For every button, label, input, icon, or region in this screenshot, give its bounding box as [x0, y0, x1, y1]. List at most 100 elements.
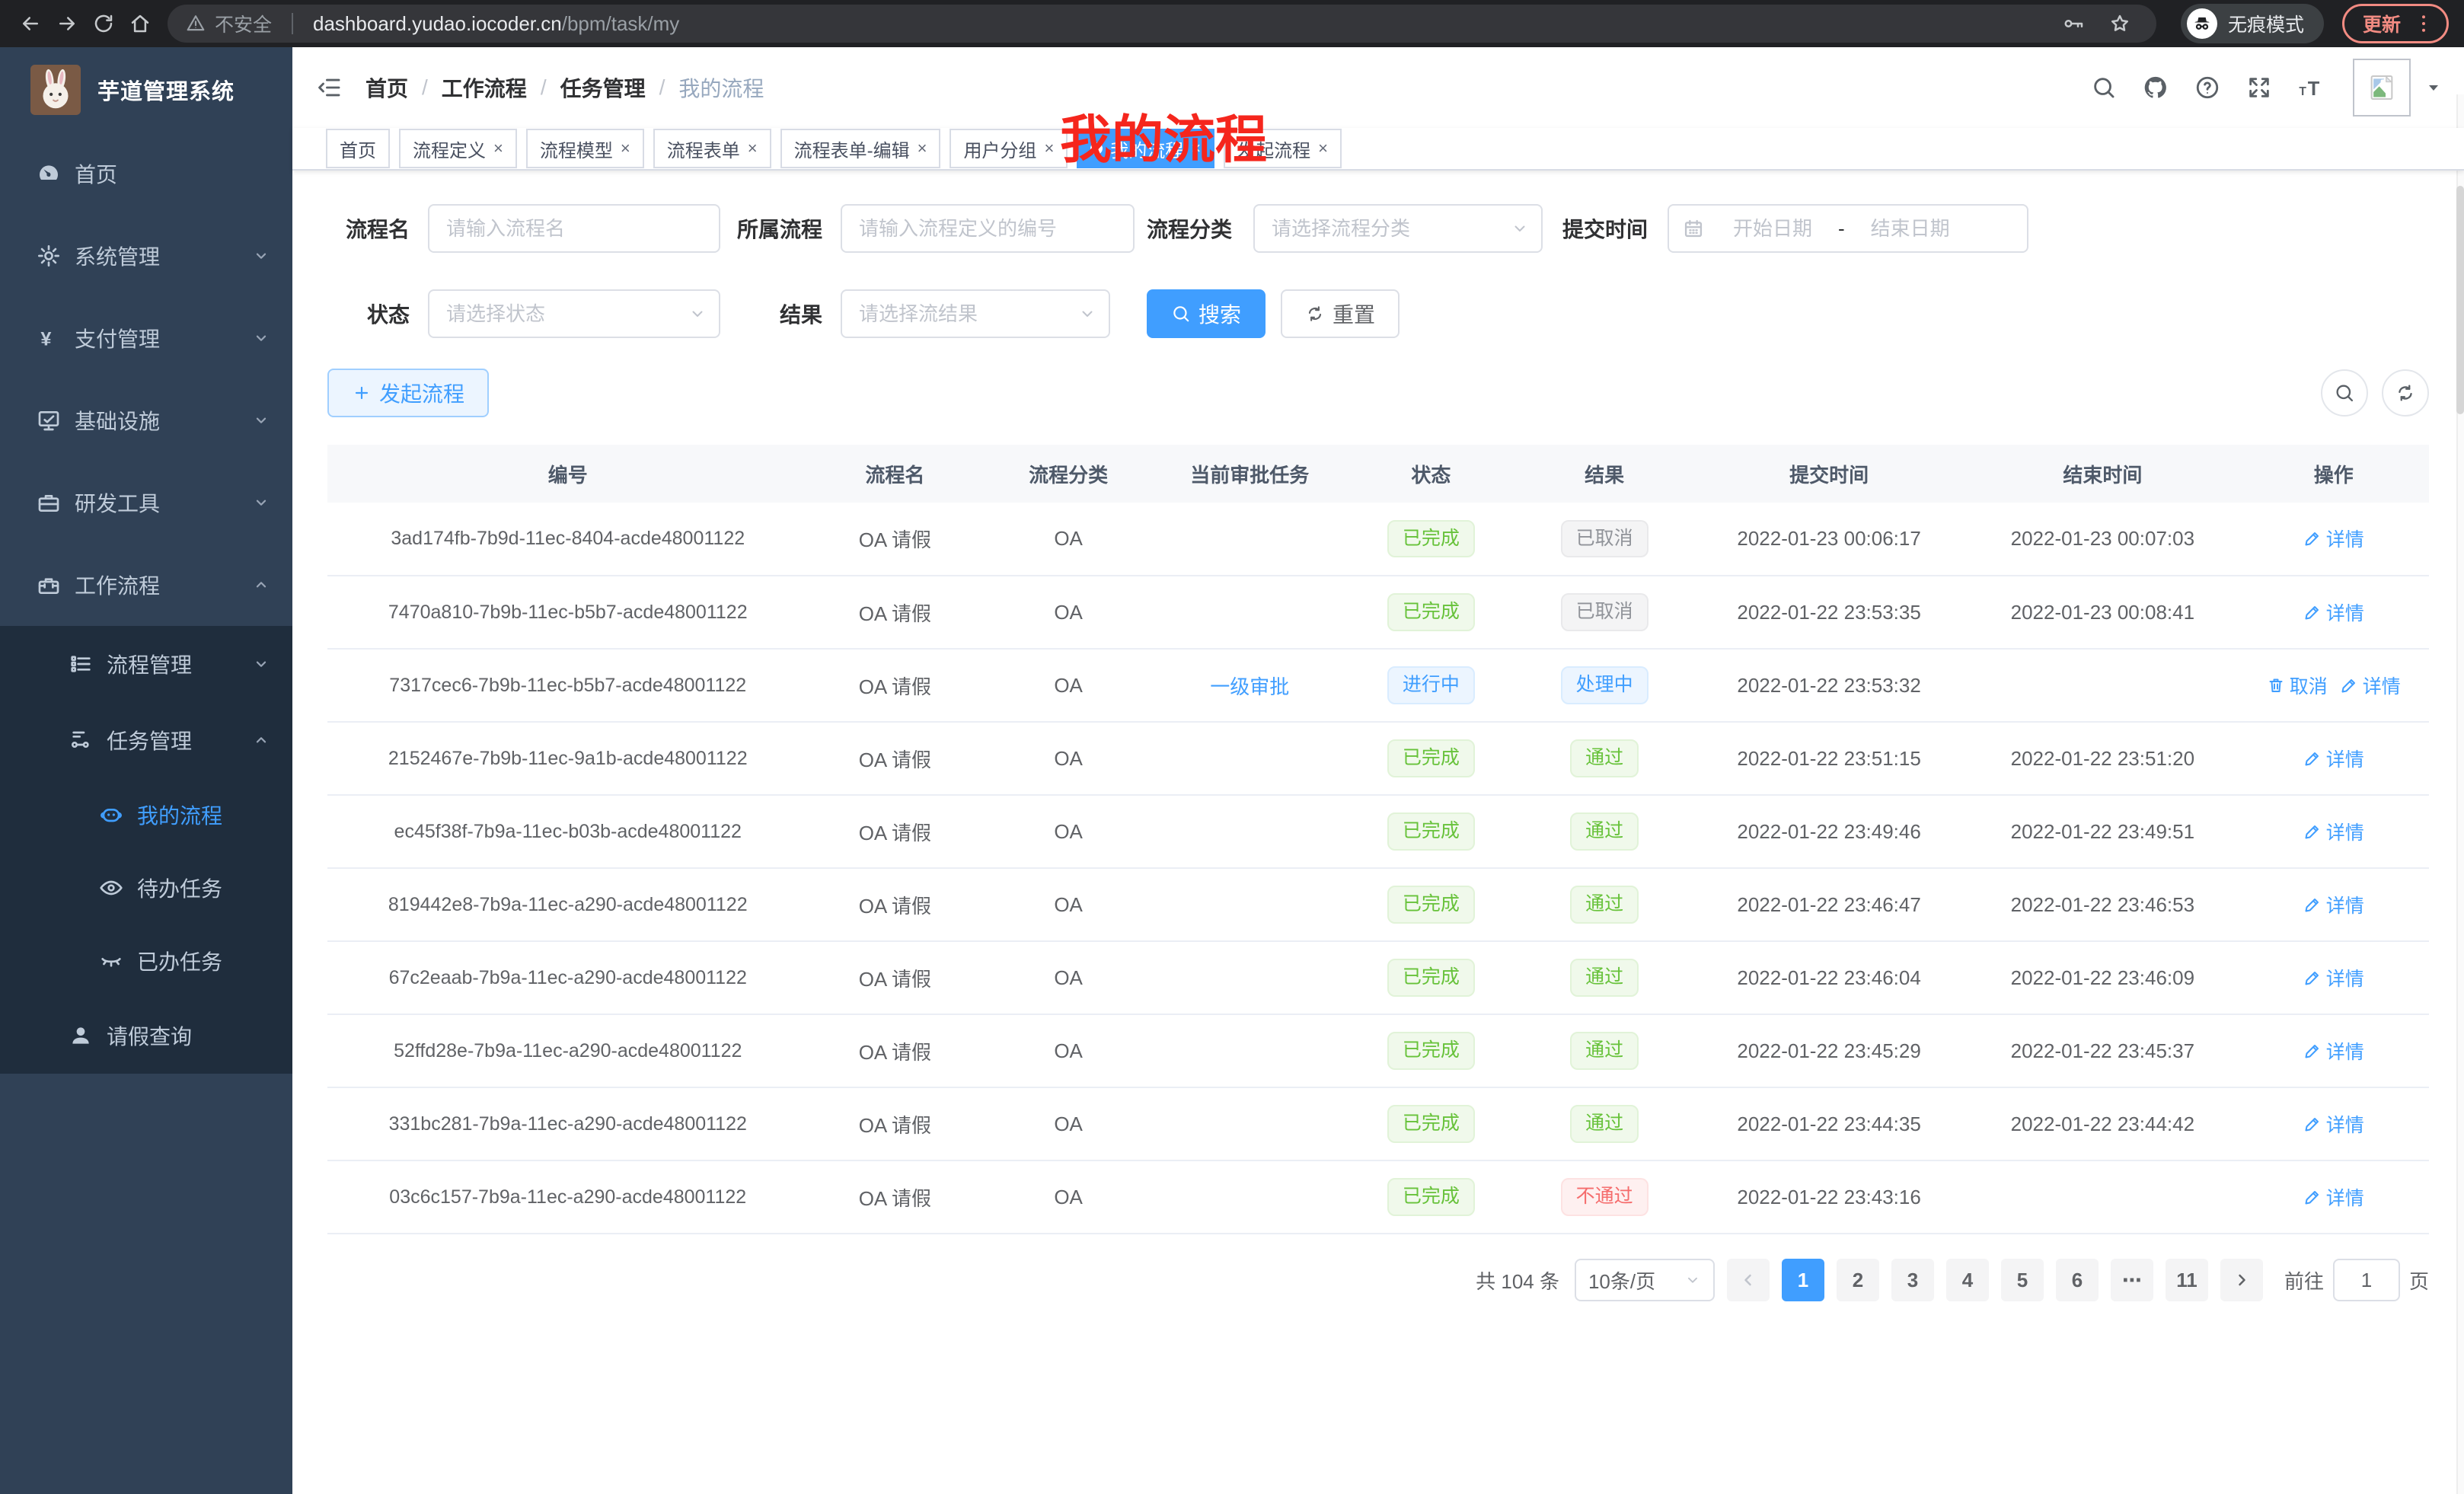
cancel-action-link[interactable]: 取消 [2267, 672, 2328, 699]
sidebar-item-task-mgmt[interactable]: 任务管理 [0, 702, 292, 778]
reset-button[interactable]: 重置 [1281, 289, 1400, 338]
header-search-icon[interactable] [2091, 75, 2117, 101]
scrollbar[interactable] [2456, 94, 2464, 1494]
goto-page-input[interactable] [2333, 1259, 2400, 1301]
current-task-link[interactable]: 一级审批 [1210, 675, 1289, 698]
cell-result: 已取消 [1518, 576, 1691, 649]
browser-reload-icon[interactable] [85, 5, 122, 42]
breadcrumb-item[interactable]: 首页 [365, 72, 408, 103]
help-icon[interactable] [2194, 75, 2220, 101]
page-button-5[interactable]: 5 [2001, 1259, 2044, 1301]
table-search-toggle-button[interactable] [2321, 369, 2368, 417]
status-select[interactable] [428, 289, 720, 338]
avatar-caret-icon[interactable] [2424, 78, 2443, 97]
next-page-button[interactable] [2220, 1259, 2263, 1301]
sidebar-item-todo-task[interactable]: 待办任务 [0, 851, 292, 924]
security-warning-icon[interactable] [186, 14, 206, 34]
close-icon[interactable]: × [621, 140, 630, 157]
result-badge: 已取消 [1561, 593, 1649, 631]
calendar-icon [1683, 218, 1704, 239]
submit-time-range[interactable]: - [1668, 204, 2028, 253]
close-icon[interactable]: × [1044, 140, 1054, 157]
detail-action-link[interactable]: 详情 [2303, 964, 2364, 991]
page-button-3[interactable]: 3 [1891, 1259, 1934, 1301]
column-header: 提交时间 [1691, 445, 1967, 503]
detail-action-link[interactable]: 详情 [2303, 599, 2364, 626]
browser-back-icon[interactable] [12, 5, 49, 42]
password-key-icon[interactable] [2056, 5, 2092, 42]
browser-home-icon[interactable] [122, 5, 158, 42]
detail-action-link[interactable]: 详情 [2340, 672, 2401, 699]
sidebar-item-payment[interactable]: ¥支付管理 [0, 297, 292, 379]
cell-end-time: 2022-01-23 00:07:03 [1967, 503, 2238, 576]
tab-用户分组[interactable]: 用户分组× [950, 129, 1068, 168]
sidebar-item-leave-query[interactable]: 请假查询 [0, 998, 292, 1074]
detail-action-link[interactable]: 详情 [2303, 1183, 2364, 1211]
create-process-button[interactable]: 发起流程 [327, 369, 489, 417]
detail-action-link[interactable]: 详情 [2303, 1110, 2364, 1138]
result-select-input[interactable] [841, 289, 1110, 338]
github-icon[interactable] [2143, 75, 2169, 101]
sidebar-item-done-task[interactable]: 已办任务 [0, 924, 292, 998]
page-button-2[interactable]: 2 [1837, 1259, 1879, 1301]
tab-流程定义[interactable]: 流程定义× [399, 129, 517, 168]
category-select[interactable] [1253, 204, 1543, 253]
end-date-input[interactable] [1848, 215, 1973, 242]
tab-发起流程[interactable]: 发起流程× [1224, 129, 1342, 168]
tab-首页[interactable]: 首页 [326, 129, 390, 168]
cell-result: 通过 [1518, 1014, 1691, 1087]
page-ellipsis[interactable]: ⋯ [2111, 1259, 2153, 1301]
detail-action-link[interactable]: 详情 [2303, 818, 2364, 845]
sidebar-item-process-mgmt[interactable]: 流程管理 [0, 626, 292, 702]
close-icon[interactable]: × [918, 140, 927, 157]
status-badge: 已完成 [1387, 886, 1475, 924]
page-button-6[interactable]: 6 [2056, 1259, 2099, 1301]
user-avatar[interactable] [2353, 59, 2411, 117]
prev-page-button[interactable] [1727, 1259, 1770, 1301]
page-button-1[interactable]: 1 [1782, 1259, 1824, 1301]
detail-action-link[interactable]: 详情 [2303, 891, 2364, 918]
breadcrumb-item[interactable]: 工作流程 [442, 72, 527, 103]
page-button-11[interactable]: 11 [2166, 1259, 2208, 1301]
page-button-4[interactable]: 4 [1946, 1259, 1989, 1301]
close-icon[interactable]: × [1318, 140, 1328, 157]
cell-submit-time: 2022-01-22 23:43:16 [1691, 1160, 1967, 1234]
detail-action-link[interactable]: 详情 [2303, 525, 2364, 552]
sidebar-item-home[interactable]: 首页 [0, 132, 292, 215]
fullscreen-icon[interactable] [2246, 75, 2272, 101]
sidebar-item-infra[interactable]: 基础设施 [0, 379, 292, 461]
bookmark-star-icon[interactable] [2102, 5, 2138, 42]
sidebar-item-dev-tools[interactable]: 研发工具 [0, 461, 292, 544]
cell-process-id: 7470a810-7b9b-11ec-b5b7-acde48001122 [327, 576, 809, 649]
sidebar-collapse-icon[interactable] [317, 75, 343, 101]
close-icon[interactable]: × [493, 140, 503, 157]
tab-流程模型[interactable]: 流程模型× [526, 129, 644, 168]
result-select[interactable] [841, 289, 1110, 338]
sidebar-item-system[interactable]: 系统管理 [0, 215, 292, 297]
detail-action-link[interactable]: 详情 [2303, 1037, 2364, 1065]
browser-menu-icon[interactable] [2405, 5, 2442, 42]
status-select-input[interactable] [428, 289, 720, 338]
close-icon[interactable]: × [1191, 140, 1201, 157]
definition-input[interactable] [841, 204, 1135, 253]
cell-result: 不通过 [1518, 1160, 1691, 1234]
browser-update-button[interactable]: 更新 [2342, 4, 2449, 43]
close-icon[interactable]: × [748, 140, 758, 157]
search-button[interactable]: 搜索 [1147, 289, 1266, 338]
browser-forward-icon[interactable] [49, 5, 85, 42]
address-bar[interactable]: 不安全 dashboard.yudao.iocoder.cn/bpm/task/… [168, 5, 2156, 43]
font-size-icon[interactable]: TT [2298, 75, 2324, 101]
sidebar-item-workflow[interactable]: 工作流程 [0, 544, 292, 626]
tab-流程表单[interactable]: 流程表单× [653, 129, 771, 168]
tab-我的流程[interactable]: 我的流程× [1077, 129, 1214, 168]
tab-流程表单-编辑[interactable]: 流程表单-编辑× [780, 129, 941, 168]
breadcrumb-item[interactable]: 任务管理 [560, 72, 646, 103]
sidebar-item-my-process[interactable]: 我的流程 [0, 778, 292, 851]
category-select-input[interactable] [1253, 204, 1543, 253]
detail-action-link[interactable]: 详情 [2303, 745, 2364, 772]
start-date-input[interactable] [1710, 215, 1835, 242]
app-logo[interactable]: 芋道管理系统 [0, 47, 292, 132]
page-size-select[interactable]: 10条/页 [1575, 1259, 1715, 1301]
table-refresh-button[interactable] [2382, 369, 2429, 417]
process-name-input[interactable] [428, 204, 720, 253]
